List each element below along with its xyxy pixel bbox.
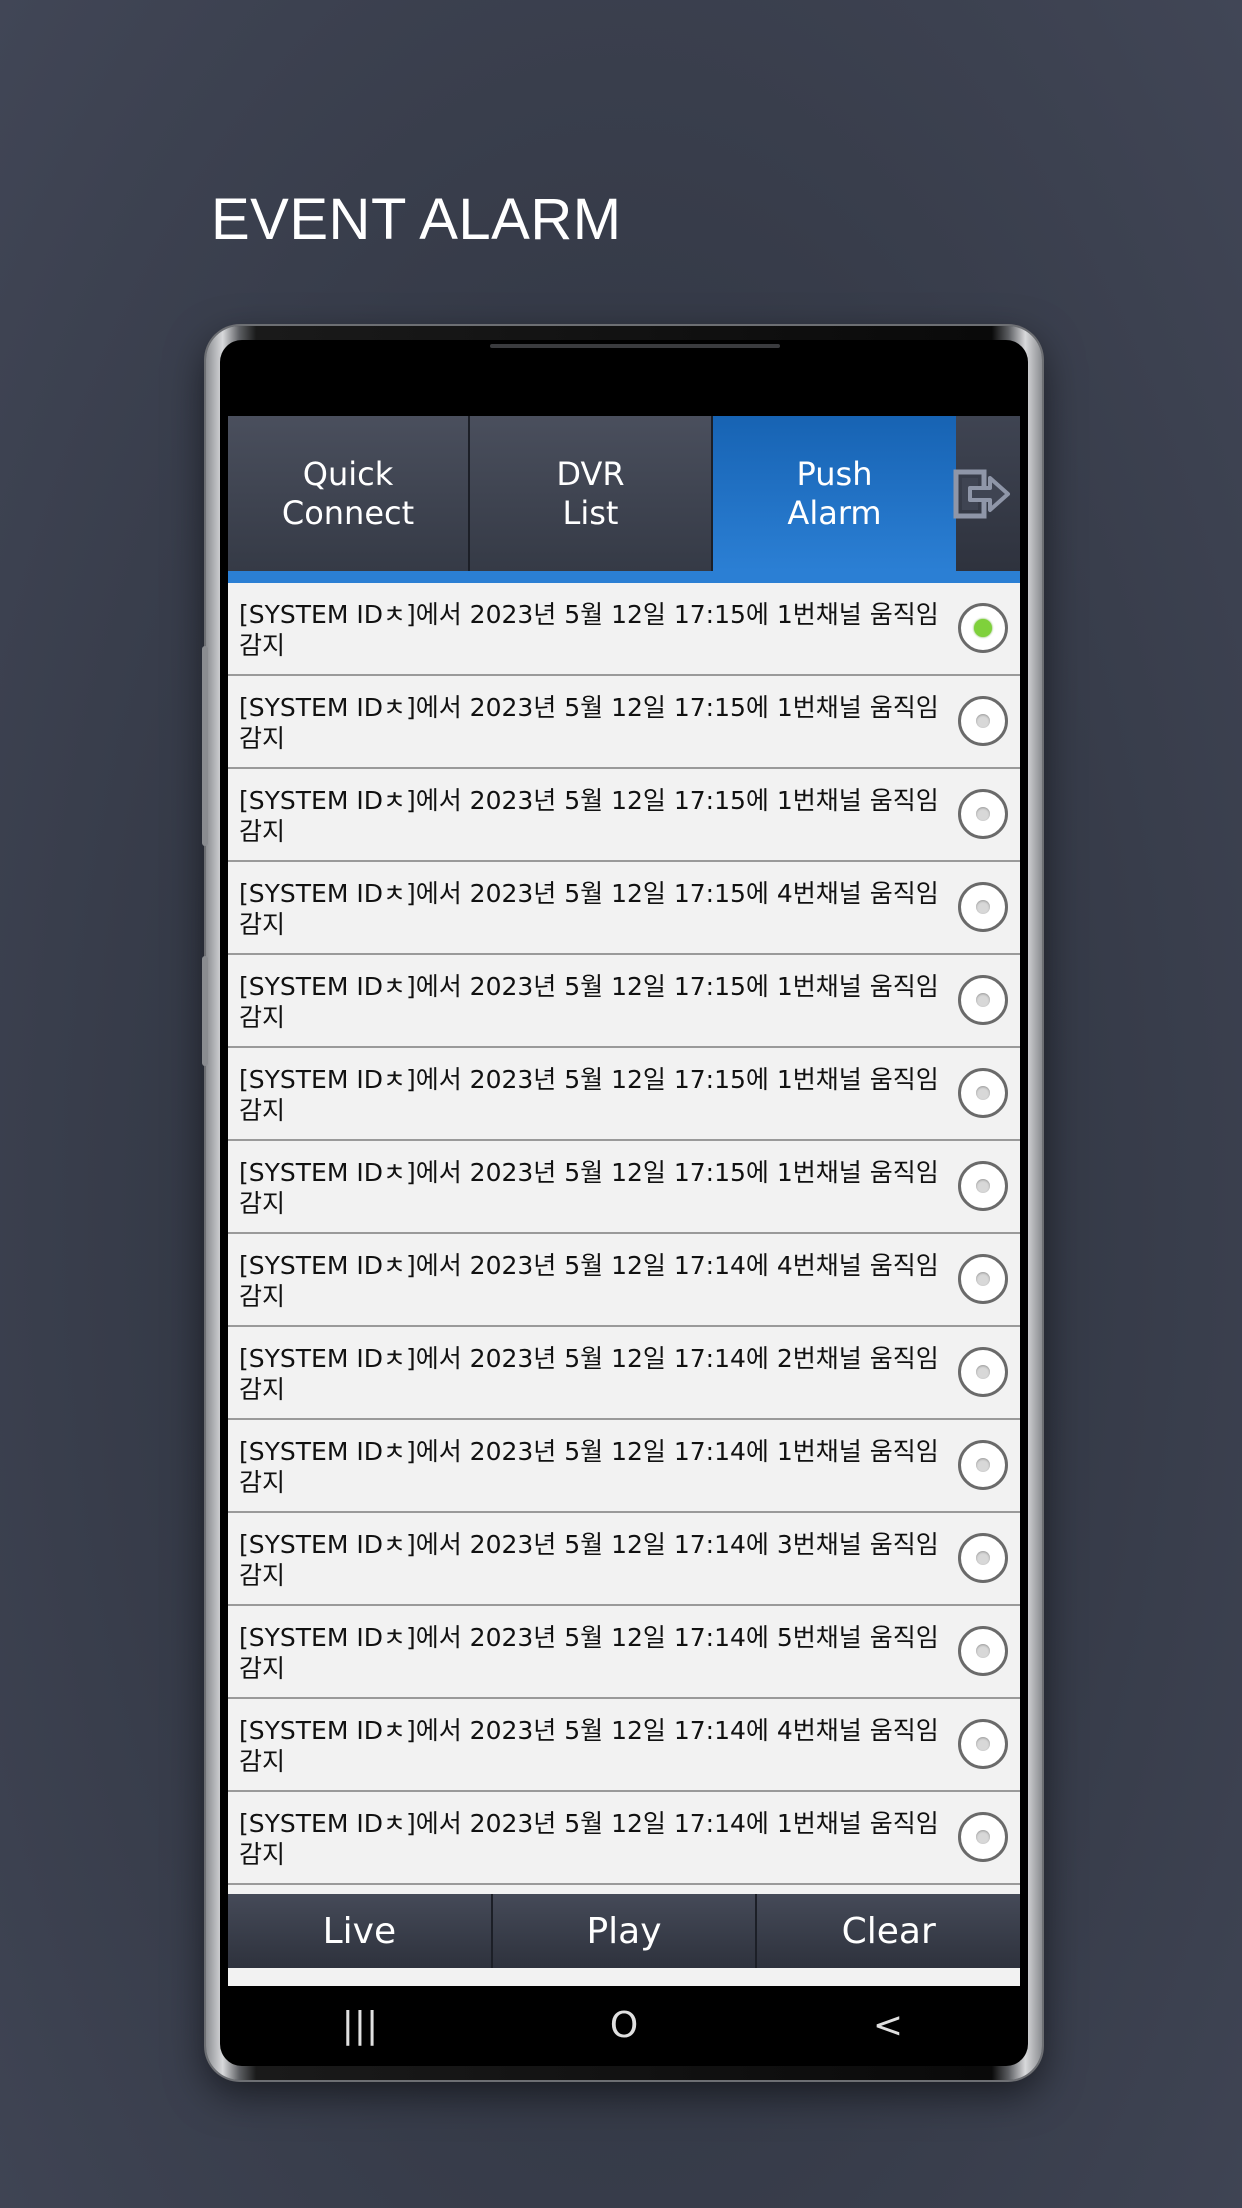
radio-dot-icon xyxy=(976,1830,990,1844)
play-button[interactable]: Play xyxy=(493,1894,758,1968)
alarm-list: [SYSTEM IDㅊ]에서 2023년 5월 12일 17:15에 1번채널 … xyxy=(228,583,1020,1885)
alarm-row[interactable]: [SYSTEM IDㅊ]에서 2023년 5월 12일 17:15에 1번채널 … xyxy=(228,769,1020,862)
alarm-text: [SYSTEM IDㅊ]에서 2023년 5월 12일 17:14에 2번채널 … xyxy=(239,1344,939,1404)
alarm-radio-button[interactable] xyxy=(958,1347,1008,1397)
phone-screen: Quick Connect DVR List Push Alarm [SYSTE… xyxy=(220,340,1028,2066)
radio-dot-icon xyxy=(976,900,990,914)
speaker-grille xyxy=(490,344,780,348)
volume-button xyxy=(202,646,208,846)
live-button[interactable]: Live xyxy=(228,1894,493,1968)
radio-dot-icon xyxy=(976,993,990,1007)
alarm-row[interactable]: [SYSTEM IDㅊ]에서 2023년 5월 12일 17:14에 4번채널 … xyxy=(228,1699,1020,1792)
alarm-radio-button[interactable] xyxy=(958,1254,1008,1304)
tab-quick-connect[interactable]: Quick Connect xyxy=(228,416,470,571)
radio-dot-icon xyxy=(976,1551,990,1565)
alarm-row[interactable]: [SYSTEM IDㅊ]에서 2023년 5월 12일 17:15에 4번채널 … xyxy=(228,862,1020,955)
alarm-row[interactable]: [SYSTEM IDㅊ]에서 2023년 5월 12일 17:14에 2번채널 … xyxy=(228,1327,1020,1420)
alarm-row[interactable]: [SYSTEM IDㅊ]에서 2023년 5월 12일 17:14에 5번채널 … xyxy=(228,1606,1020,1699)
bottom-action-bar: Live Play Clear xyxy=(228,1894,1020,1968)
radio-dot-icon xyxy=(976,1737,990,1751)
alarm-radio-button[interactable] xyxy=(958,1440,1008,1490)
alarm-text: [SYSTEM IDㅊ]에서 2023년 5월 12일 17:14에 1번채널 … xyxy=(239,1437,939,1497)
tab-underline xyxy=(228,571,1020,583)
alarm-row[interactable]: [SYSTEM IDㅊ]에서 2023년 5월 12일 17:14에 4번채널 … xyxy=(228,1234,1020,1327)
alarm-text: [SYSTEM IDㅊ]에서 2023년 5월 12일 17:15에 1번채널 … xyxy=(239,1158,939,1218)
radio-dot-icon xyxy=(976,1179,990,1193)
alarm-radio-button[interactable] xyxy=(958,1533,1008,1583)
alarm-text: [SYSTEM IDㅊ]에서 2023년 5월 12일 17:14에 4번채널 … xyxy=(239,1251,939,1311)
page-headline: EVENT ALARM xyxy=(211,187,622,252)
tab-dvr-list[interactable]: DVR List xyxy=(470,416,713,571)
radio-dot-icon xyxy=(976,1365,990,1379)
alarm-row[interactable]: [SYSTEM IDㅊ]에서 2023년 5월 12일 17:15에 1번채널 … xyxy=(228,676,1020,769)
alarm-radio-button[interactable] xyxy=(958,603,1008,653)
radio-dot-icon xyxy=(976,807,990,821)
alarm-row[interactable]: [SYSTEM IDㅊ]에서 2023년 5월 12일 17:15에 1번채널 … xyxy=(228,1141,1020,1234)
system-nav-bar: ||| O < xyxy=(228,1986,1020,2064)
alarm-text: [SYSTEM IDㅊ]에서 2023년 5월 12일 17:15에 1번채널 … xyxy=(239,786,939,846)
alarm-row[interactable]: [SYSTEM IDㅊ]에서 2023년 5월 12일 17:15에 1번채널 … xyxy=(228,583,1020,676)
alarm-text: [SYSTEM IDㅊ]에서 2023년 5월 12일 17:15에 1번채널 … xyxy=(239,600,939,660)
radio-dot-icon xyxy=(976,1644,990,1658)
alarm-radio-button[interactable] xyxy=(958,1068,1008,1118)
alarm-radio-button[interactable] xyxy=(958,1626,1008,1676)
alarm-radio-button[interactable] xyxy=(958,1161,1008,1211)
radio-dot-icon xyxy=(976,1458,990,1472)
radio-dot-icon xyxy=(974,619,992,637)
alarm-text: [SYSTEM IDㅊ]에서 2023년 5월 12일 17:15에 1번채널 … xyxy=(239,1065,939,1125)
alarm-text: [SYSTEM IDㅊ]에서 2023년 5월 12일 17:14에 4번채널 … xyxy=(239,1716,939,1776)
radio-dot-icon xyxy=(976,714,990,728)
phone-frame: Quick Connect DVR List Push Alarm [SYSTE… xyxy=(202,326,1042,2080)
alarm-row[interactable]: [SYSTEM IDㅊ]에서 2023년 5월 12일 17:15에 1번채널 … xyxy=(228,1048,1020,1141)
alarm-row[interactable]: [SYSTEM IDㅊ]에서 2023년 5월 12일 17:14에 3번채널 … xyxy=(228,1513,1020,1606)
alarm-radio-button[interactable] xyxy=(958,696,1008,746)
alarm-radio-button[interactable] xyxy=(958,975,1008,1025)
alarm-radio-button[interactable] xyxy=(958,1719,1008,1769)
back-icon[interactable]: < xyxy=(848,2005,928,2046)
alarm-text: [SYSTEM IDㅊ]에서 2023년 5월 12일 17:14에 5번채널 … xyxy=(239,1623,939,1683)
radio-dot-icon xyxy=(976,1272,990,1286)
alarm-text: [SYSTEM IDㅊ]에서 2023년 5월 12일 17:15에 1번채널 … xyxy=(239,972,939,1032)
alarm-radio-button[interactable] xyxy=(958,789,1008,839)
recents-icon[interactable]: ||| xyxy=(320,2005,400,2046)
alarm-radio-button[interactable] xyxy=(958,1812,1008,1862)
tab-bar: Quick Connect DVR List Push Alarm xyxy=(228,416,1020,583)
alarm-row[interactable]: [SYSTEM IDㅊ]에서 2023년 5월 12일 17:15에 1번채널 … xyxy=(228,955,1020,1048)
alarm-text: [SYSTEM IDㅊ]에서 2023년 5월 12일 17:15에 4번채널 … xyxy=(239,879,939,939)
app-window: Quick Connect DVR List Push Alarm [SYSTE… xyxy=(228,416,1020,1986)
home-icon[interactable]: O xyxy=(584,2005,664,2046)
alarm-row[interactable]: [SYSTEM IDㅊ]에서 2023년 5월 12일 17:14에 1번채널 … xyxy=(228,1420,1020,1513)
alarm-text: [SYSTEM IDㅊ]에서 2023년 5월 12일 17:14에 3번채널 … xyxy=(239,1530,939,1590)
alarm-text: [SYSTEM IDㅊ]에서 2023년 5월 12일 17:14에 1번채널 … xyxy=(239,1809,939,1869)
tab-push-alarm[interactable]: Push Alarm xyxy=(713,416,956,571)
power-button xyxy=(202,956,208,1066)
alarm-text: [SYSTEM IDㅊ]에서 2023년 5월 12일 17:15에 1번채널 … xyxy=(239,693,939,753)
alarm-radio-button[interactable] xyxy=(958,882,1008,932)
exit-icon[interactable] xyxy=(952,466,1012,522)
alarm-row[interactable]: [SYSTEM IDㅊ]에서 2023년 5월 12일 17:14에 1번채널 … xyxy=(228,1792,1020,1885)
radio-dot-icon xyxy=(976,1086,990,1100)
clear-button[interactable]: Clear xyxy=(757,1894,1020,1968)
